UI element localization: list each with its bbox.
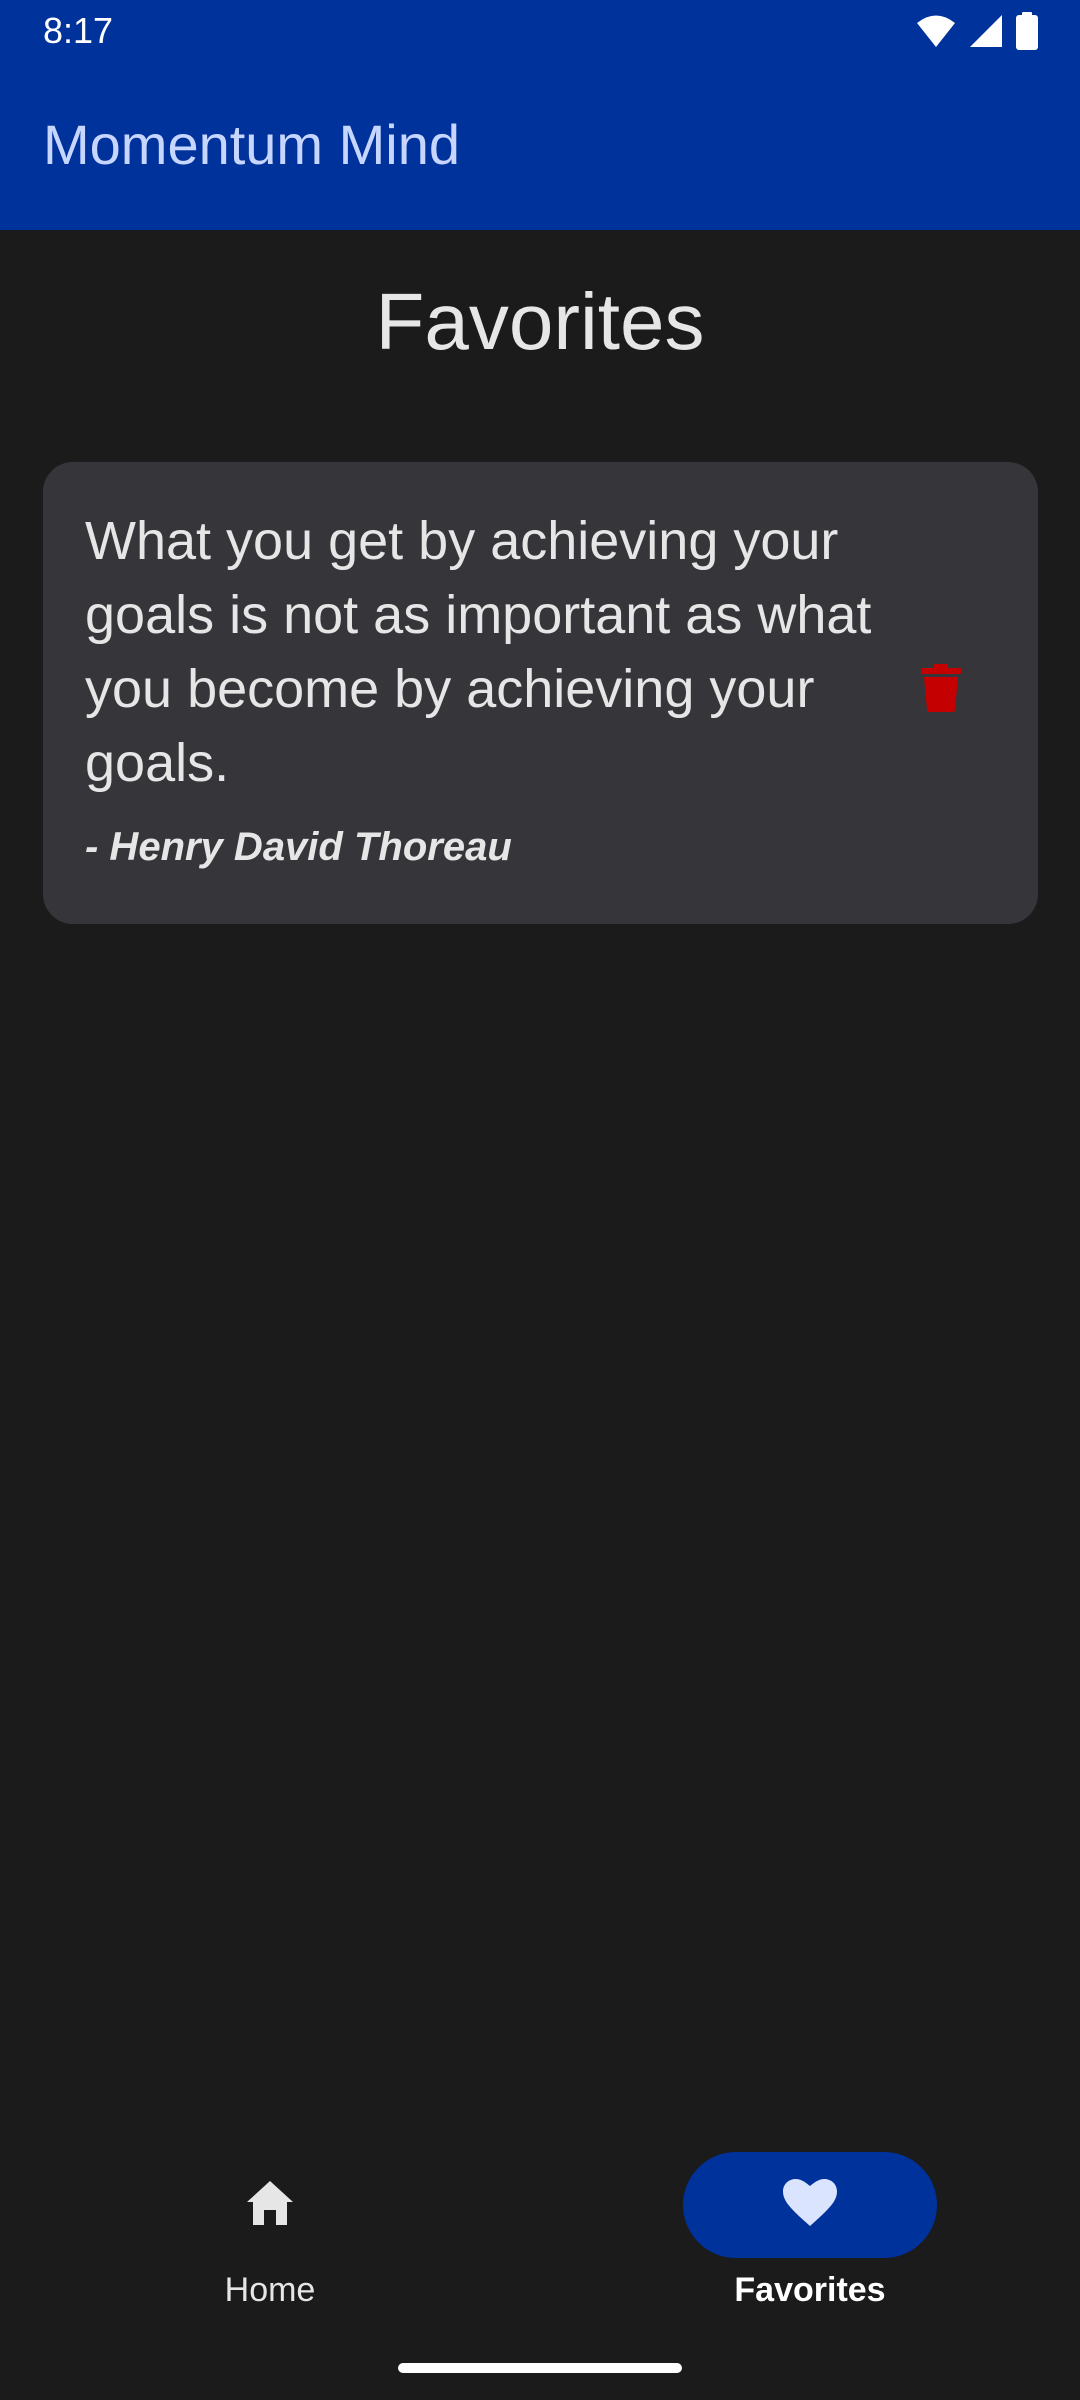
heart-icon <box>783 2178 837 2232</box>
nav-item-home[interactable]: Home <box>0 2130 540 2350</box>
nav-item-favorites[interactable]: Favorites <box>540 2130 1080 2350</box>
signal-icon <box>968 13 1004 49</box>
nav-label-home: Home <box>224 2271 316 2309</box>
battery-icon <box>1016 12 1038 50</box>
trash-icon <box>921 663 961 717</box>
home-icon <box>245 2179 295 2232</box>
status-time: 8:17 <box>43 10 114 51</box>
page-title: Favorites <box>375 277 705 366</box>
nav-favorites-indicator <box>683 2152 937 2258</box>
favorite-quote-card: What you get by achieving your goals is … <box>43 462 1038 924</box>
screen: 8:17 Momentum Mind Favorites What you ge… <box>0 0 1080 2400</box>
quote-text: What you get by achieving your goals is … <box>85 511 872 793</box>
bottom-navigation: Home Favorites <box>0 2130 1080 2350</box>
delete-favorite-button[interactable] <box>903 652 979 728</box>
app-title: Momentum Mind <box>43 113 461 176</box>
wifi-icon <box>916 14 956 48</box>
quote-author: - Henry David Thoreau <box>85 825 512 869</box>
gesture-handle[interactable] <box>398 2363 682 2373</box>
app-bar: 8:17 Momentum Mind <box>0 0 1080 230</box>
nav-home-indicator <box>143 2152 397 2258</box>
nav-label-favorites: Favorites <box>734 2271 886 2309</box>
status-icons <box>916 12 1038 50</box>
